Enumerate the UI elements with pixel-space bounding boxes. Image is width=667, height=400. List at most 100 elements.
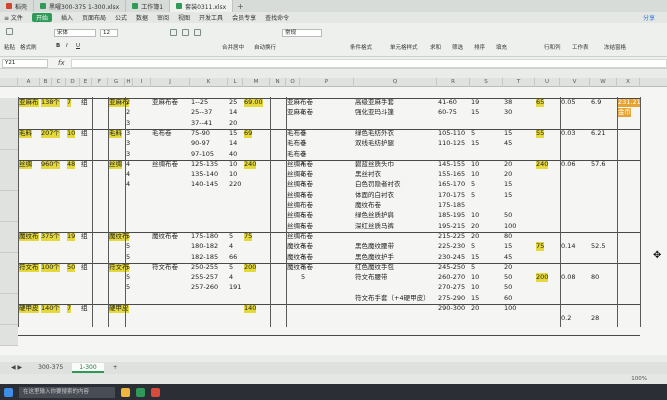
unit-cell[interactable]: 个 (53, 128, 60, 138)
wps-icon[interactable] (136, 387, 145, 397)
price-cell[interactable]: 0.06 (561, 160, 575, 169)
browser-icon[interactable] (151, 387, 160, 397)
levels-cell[interactable]: 15 (471, 294, 479, 303)
zoom-level[interactable]: 100% (631, 374, 647, 384)
amount-cell[interactable]: 15 (229, 129, 237, 138)
level-range-cell[interactable]: 41-60 (438, 98, 457, 107)
worksheet-button[interactable]: 工作表 (572, 43, 589, 51)
levels-cell[interactable]: 10 (471, 170, 479, 179)
count-cell[interactable]: 3 (126, 129, 130, 138)
level-range-cell[interactable]: 290-300 (438, 304, 465, 313)
level-range-cell[interactable]: 125-135 (191, 160, 218, 169)
level-range-cell[interactable]: 145-155 (438, 160, 465, 169)
formula-input[interactable] (70, 58, 667, 68)
material-amount-cell[interactable]: 15 (504, 180, 512, 189)
price-cell[interactable]: 0.05 (561, 98, 575, 107)
menu-insert[interactable]: 插入 (61, 13, 73, 22)
material-amount-cell[interactable]: 38 (504, 98, 512, 107)
levels-cell[interactable]: 10 (471, 273, 479, 282)
level-range-cell[interactable]: 225-230 (438, 242, 465, 251)
cost-cell[interactable]: 57.6 (591, 160, 605, 169)
levels-cell[interactable]: 10 (471, 283, 479, 292)
column-header-k[interactable]: K (190, 78, 228, 87)
count-cell[interactable]: 3 (126, 139, 130, 148)
wrap-text-button[interactable]: 自动换行 (254, 43, 276, 51)
amount-cell[interactable]: 40 (229, 150, 237, 159)
freeze-panes-button[interactable]: 冻结窗格 (604, 43, 626, 51)
level-range-cell[interactable]: 185-195 (438, 211, 465, 220)
quantity-cell[interactable]: 138 (41, 98, 54, 107)
group-unit-cell[interactable]: 组 (81, 98, 88, 107)
column-header-q[interactable]: Q (354, 78, 437, 87)
level-range-cell[interactable]: 195-215 (438, 222, 465, 231)
subtotal-cell[interactable]: 65 (536, 98, 545, 107)
level-range-cell[interactable]: 215-225 (438, 232, 465, 241)
material-amount-cell[interactable]: 15 (504, 191, 512, 200)
menu-formulas[interactable]: 公式 (115, 13, 127, 22)
category-name-cell[interactable]: 硬甲皮 (19, 304, 39, 313)
price-cell[interactable]: 0.2 (561, 314, 571, 323)
number-format-select[interactable]: 常规 (282, 29, 322, 37)
row-header[interactable] (0, 334, 18, 346)
count-cell[interactable]: 5 (301, 222, 305, 231)
windows-start-icon[interactable] (4, 387, 13, 397)
font-name-select[interactable]: 宋体 (54, 29, 96, 37)
levels-cell[interactable]: 20 (471, 222, 479, 231)
doc-tab-1[interactable]: 黑曜300-375 1-300.xlsx (34, 0, 127, 12)
amount-cell[interactable]: 220 (229, 180, 241, 189)
level-range-cell[interactable]: 37--41 (191, 119, 212, 128)
count-cell[interactable]: 5 (126, 253, 130, 262)
count-cell[interactable]: 2 (126, 108, 130, 117)
cost-cell[interactable]: 6.9 (591, 98, 601, 107)
merge-center-button[interactable]: 合并居中 (222, 43, 244, 51)
levels-cell[interactable]: 19 (471, 98, 479, 107)
count-cell[interactable]: 5 (126, 232, 130, 241)
column-header-h[interactable]: H (125, 78, 133, 87)
recipe-cell[interactable]: 黑丝衬衣 (355, 170, 381, 179)
item-cell[interactable]: 毛布卷 (152, 129, 172, 138)
count-cell[interactable]: 5 (126, 273, 130, 282)
count-cell[interactable]: 3 (301, 242, 305, 251)
count-cell[interactable]: 4 (126, 160, 130, 169)
count-cell[interactable]: 5 (126, 283, 130, 292)
material-amount-cell[interactable]: 20 (504, 170, 512, 179)
group-count-cell[interactable]: 50 (67, 262, 76, 272)
column-header-r[interactable]: R (437, 78, 470, 87)
total-cell[interactable]: 69 (244, 128, 253, 138)
group-count-cell[interactable]: 7 (67, 304, 72, 313)
level-range-cell[interactable]: 182-185 (191, 253, 218, 262)
material-amount-cell[interactable]: 50 (504, 273, 512, 282)
level-range-cell[interactable]: 257-260 (191, 283, 218, 292)
level-range-cell[interactable]: 275-290 (438, 294, 465, 303)
group-count-cell[interactable]: 7 (67, 98, 72, 107)
column-header-d[interactable]: D (66, 78, 80, 87)
recipe-cell[interactable]: 黑色魔纹腰带 (355, 242, 394, 251)
share-button[interactable]: 分享 (643, 13, 655, 22)
material-amount-cell[interactable]: 50 (504, 211, 512, 220)
column-header-c[interactable]: C (52, 78, 66, 87)
total-cell[interactable]: 240 (244, 159, 257, 169)
level-range-cell[interactable]: 110-125 (438, 139, 465, 148)
recipe-cell[interactable]: 强化亚玛斗篷 (355, 108, 394, 117)
amount-cell[interactable]: 25 (229, 98, 237, 107)
column-header-f[interactable]: F (92, 78, 108, 87)
amount-cell[interactable]: 191 (229, 283, 241, 292)
material-amount-cell[interactable]: 45 (504, 139, 512, 148)
grand-total-cell[interactable]: 231.21 (618, 98, 641, 107)
cost-cell[interactable]: 52.5 (591, 242, 605, 251)
doc-tab-2[interactable]: 工作簿1 (126, 0, 171, 12)
group-unit-cell[interactable]: 组 (81, 263, 88, 272)
column-header-g[interactable]: G (108, 78, 125, 87)
material-cell[interactable]: 亚麻布卷 (287, 108, 313, 117)
group-unit-cell[interactable]: 组 (81, 129, 88, 138)
file-explorer-icon[interactable] (121, 387, 130, 397)
menu-review[interactable]: 审阅 (157, 13, 169, 22)
count-cell[interactable]: 3 (301, 180, 305, 189)
total-cell[interactable]: 75 (244, 231, 253, 241)
material-amount-cell[interactable]: 15 (504, 129, 512, 138)
amount-cell[interactable]: 10 (229, 170, 237, 179)
amount-cell[interactable]: 20 (229, 119, 237, 128)
align-right-icon[interactable] (194, 29, 201, 36)
unit-cell[interactable]: 个 (53, 262, 60, 272)
item-cell[interactable]: 丝绸布卷 (152, 160, 178, 169)
